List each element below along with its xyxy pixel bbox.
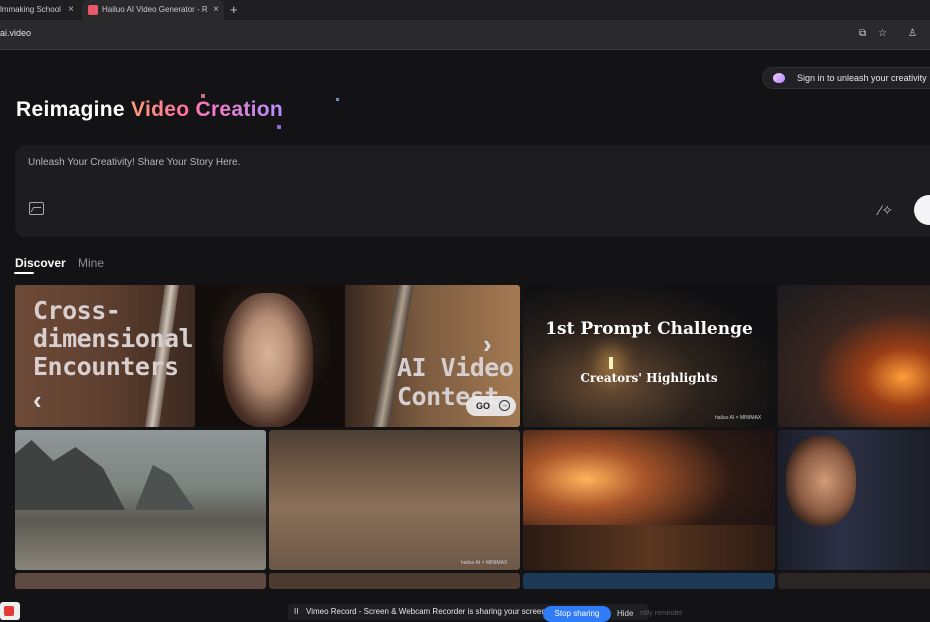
go-button[interactable]: GO → [466,396,516,416]
prompt-input[interactable] [28,157,628,168]
browser-tab-hailuo[interactable]: Hailuo AI Video Generator - R × [82,0,224,20]
image-upload-icon[interactable] [29,202,44,215]
pause-icon[interactable]: II [294,604,298,620]
url-field[interactable]: ai.video [0,28,31,38]
tab-label: lmmaking School [0,5,61,14]
video-card[interactable] [269,573,520,589]
contest-banner[interactable]: Cross- dimensional Encounters AI Video C… [15,285,520,427]
browser-tab-filmmaking[interactable]: lmmaking School × [0,0,78,20]
tab-mine[interactable]: Mine [78,256,104,270]
generate-button[interactable] [914,195,930,225]
sparkle-icon [277,125,281,129]
challenge-subtitle: Creators' Highlights [580,371,718,385]
profile-icon[interactable]: ♙ [908,28,917,39]
watermark: hailuo AI × MINIMAX [715,415,762,421]
tab-discover[interactable]: Discover [15,256,66,270]
prompt-box: ⁄✧ [15,145,930,237]
video-card[interactable] [523,430,775,570]
sign-in-label: Sign in to unleash your creativity [797,73,927,83]
address-bar: ai.video ⧉ ☆ ♙ [0,20,930,50]
sparkle-icon [336,98,339,101]
active-tab-indicator [14,272,34,274]
record-stop-icon[interactable] [0,602,20,620]
sparkle-icon [201,94,205,98]
video-card[interactable] [778,573,930,589]
tab-label: Hailuo AI Video Generator - R [102,5,208,14]
gem-icon [773,73,785,83]
rock-formation [135,465,195,510]
video-card[interactable] [778,285,930,427]
video-card-challenge[interactable]: 1st Prompt Challenge Creators' Highlight… [523,285,775,427]
rock-formation [15,440,125,510]
close-icon[interactable]: × [213,0,219,20]
title-word-creation: Creation [195,98,284,121]
browser-tab-bar: lmmaking School × Hailuo AI Video Genera… [0,0,930,20]
hailuo-favicon-icon [88,5,98,15]
watermark: hailuo AI × MINIMAX [461,560,508,566]
candle-light [609,357,613,369]
new-tab-button[interactable]: + [230,0,238,20]
title-word-reimagine: Reimagine [16,98,125,121]
page-title: Reimagine Video Creation [16,98,283,122]
challenge-title: 1st Prompt Challenge [545,319,753,339]
bookmark-star-icon[interactable]: ☆ [878,28,887,39]
close-icon[interactable]: × [68,0,74,20]
video-card[interactable] [778,430,930,570]
magic-wand-icon[interactable]: ⁄✧ [879,202,893,219]
street-lights [523,525,775,570]
arrow-right-circle-icon: → [499,400,510,411]
video-card[interactable]: hailuo AI × MINIMAX [269,430,520,570]
video-card[interactable] [15,430,266,570]
banner-title-left: Cross- dimensional Encounters [33,296,194,381]
video-card[interactable] [15,573,266,589]
chevron-right-icon[interactable]: › [483,329,492,360]
title-word-video: Video [131,98,190,121]
portrait-image [223,293,313,427]
sign-in-button[interactable]: Sign in to unleash your creativity [762,67,930,89]
share-message: Vimeo Record - Screen & Webcam Recorder … [306,607,549,616]
child-figure [786,436,856,526]
chevron-left-icon[interactable]: ‹ [33,385,42,416]
go-label: GO [476,401,491,411]
video-card[interactable] [523,573,775,589]
cast-icon[interactable]: ⧉ [859,28,866,39]
